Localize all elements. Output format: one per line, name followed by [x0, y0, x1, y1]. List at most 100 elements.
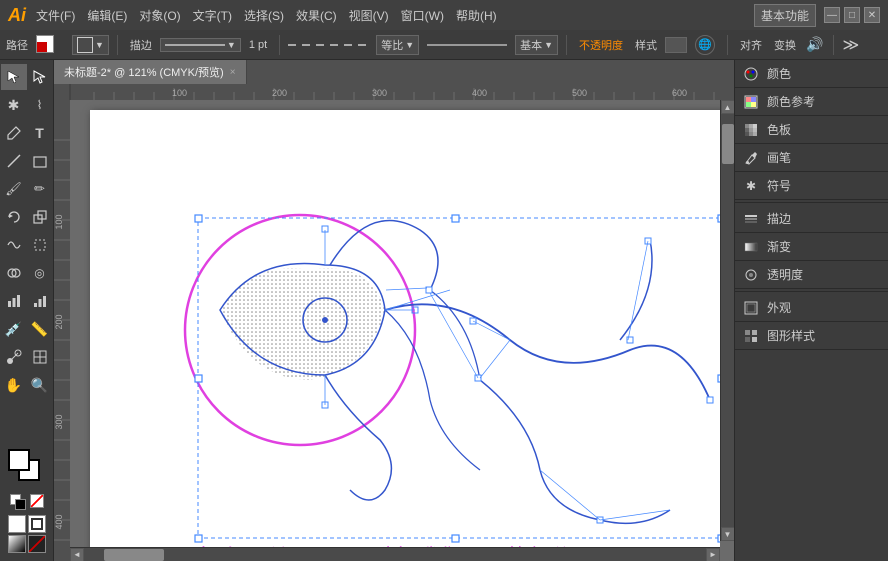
document-tab[interactable]: 未标题-2* @ 121% (CMYK/预览) ×	[54, 60, 247, 84]
close-button[interactable]: ✕	[864, 7, 880, 23]
panel-symbols[interactable]: ✱ 符号	[735, 172, 888, 200]
pencil-tool[interactable]: ✏	[27, 176, 53, 202]
menu-file[interactable]: 文件(F)	[36, 7, 75, 24]
scrollbar-vertical[interactable]: ▲ ▼	[720, 100, 734, 541]
panel-swatches[interactable]: 色板	[735, 116, 888, 144]
maximize-button[interactable]: □	[844, 7, 860, 23]
svg-text:400: 400	[54, 514, 64, 529]
menu-bar: 文件(F) 编辑(E) 对象(O) 文字(T) 选择(S) 效果(C) 视图(V…	[36, 7, 754, 24]
tab-close-button[interactable]: ×	[230, 67, 236, 78]
eyedropper-tool[interactable]: 💉	[1, 316, 27, 342]
menu-select[interactable]: 选择(S)	[244, 7, 284, 24]
panel-color[interactable]: 颜色	[735, 60, 888, 88]
graph-tool[interactable]	[1, 288, 27, 314]
blend-tool[interactable]	[1, 344, 27, 370]
menu-text[interactable]: 文字(T)	[193, 7, 232, 24]
scroll-thumb-horizontal[interactable]	[104, 549, 164, 561]
stroke-style-dropdown[interactable]: ▼	[160, 38, 241, 52]
style-preview[interactable]	[665, 37, 687, 53]
color-boxes-row	[8, 515, 46, 553]
paintbrush-tool[interactable]: 🖌	[1, 176, 27, 202]
slice-tool[interactable]	[27, 344, 53, 370]
tool-row-5: 🖌 ✏	[0, 176, 53, 202]
proportion-dropdown[interactable]: 等比 ▼	[376, 35, 419, 55]
shape-dropdown[interactable]: ▼	[72, 35, 109, 55]
menu-edit[interactable]: 编辑(E)	[87, 7, 127, 24]
scale-tool[interactable]	[27, 204, 53, 230]
scroll-up-button[interactable]: ▲	[721, 100, 735, 114]
tab-bar: 未标题-2* @ 121% (CMYK/预览) ×	[54, 60, 734, 84]
scroll-thumb-vertical[interactable]	[722, 124, 734, 164]
toolbar-more-icon[interactable]: ≫	[842, 35, 859, 55]
menu-view[interactable]: 视图(V)	[349, 7, 389, 24]
panel-brushes[interactable]: 画笔	[735, 144, 888, 172]
panel-graphic-styles[interactable]: 图形样式	[735, 322, 888, 350]
basic-dropdown[interactable]: 基本 ▼	[515, 35, 558, 55]
basic-func-dropdown[interactable]: 基本功能	[754, 4, 816, 27]
rotate-tool[interactable]	[1, 204, 27, 230]
hand-tool[interactable]: ✋	[1, 372, 27, 398]
no-paint-box[interactable]	[28, 535, 46, 553]
gradient-icon	[743, 239, 759, 255]
free-transform-tool[interactable]	[27, 232, 53, 258]
fill-box[interactable]	[8, 515, 26, 533]
gradient-row	[8, 535, 46, 553]
panel-gradient-label: 渐变	[767, 238, 791, 255]
scroll-track-vertical[interactable]	[721, 114, 734, 527]
shape-builder-tool[interactable]	[1, 260, 27, 286]
canvas-body: 100 200 300 400	[54, 100, 734, 561]
default-colors-icon[interactable]	[10, 494, 26, 510]
column-graph-tool[interactable]	[27, 288, 53, 314]
panel-gradient[interactable]: 渐变	[735, 233, 888, 261]
text-tool[interactable]: T	[27, 120, 53, 146]
stroke-color-icon[interactable]	[36, 35, 64, 55]
menu-window[interactable]: 窗口(W)	[401, 7, 444, 24]
panel-appearance[interactable]: 外观	[735, 294, 888, 322]
warp-tool[interactable]	[1, 232, 27, 258]
toolbar-style-label: 样式	[631, 35, 661, 55]
globe-icon[interactable]: 🌐	[695, 35, 715, 55]
fill-stroke-selector[interactable]	[8, 449, 46, 487]
menu-object[interactable]: 对象(O)	[139, 7, 180, 24]
lasso-tool[interactable]: ⌇	[27, 92, 53, 118]
scroll-track-horizontal[interactable]	[84, 548, 706, 561]
panel-color-ref[interactable]: 颜色参考	[735, 88, 888, 116]
gradient-box[interactable]	[8, 535, 26, 553]
panel-transparency[interactable]: 透明度	[735, 261, 888, 289]
scroll-right-button[interactable]: ►	[706, 548, 720, 561]
menu-help[interactable]: 帮助(H)	[456, 7, 497, 24]
color-mode-icons	[10, 494, 44, 510]
menu-effect[interactable]: 效果(C)	[296, 7, 337, 24]
app-logo: Ai	[8, 5, 26, 26]
minimize-button[interactable]: —	[824, 7, 840, 23]
zoom-tool[interactable]: 🔍	[27, 372, 53, 398]
toolbar-align-label: 对齐	[736, 35, 766, 55]
canvas-area: 未标题-2* @ 121% (CMYK/预览) ×	[54, 60, 734, 561]
svg-text:✱: ✱	[746, 179, 756, 193]
stroke-box[interactable]	[28, 515, 46, 533]
panel-stroke[interactable]: 描边	[735, 205, 888, 233]
line-tool[interactable]	[1, 148, 27, 174]
direct-select-tool[interactable]	[27, 64, 53, 90]
scroll-left-button[interactable]: ◄	[70, 548, 84, 561]
symbol-sprayer-tool[interactable]: ◎	[27, 260, 53, 286]
select-tool[interactable]	[1, 64, 27, 90]
toolbar-extra-icon[interactable]: 🔊	[806, 36, 823, 53]
scroll-down-button[interactable]: ▼	[721, 527, 735, 541]
no-fill-icon[interactable]	[30, 494, 44, 508]
scrollbar-horizontal[interactable]: ◄ ►	[70, 547, 720, 561]
panel-separator-1	[735, 202, 888, 203]
measure-tool[interactable]: 📏	[27, 316, 53, 342]
stroke-dash-preview	[288, 44, 368, 46]
tool-row-1	[0, 64, 53, 90]
tool-row-4	[0, 148, 53, 174]
panel-swatches-label: 色板	[767, 121, 791, 138]
canvas-viewport: 100 200 300 400 500 600	[54, 84, 734, 561]
title-bar: Ai 文件(F) 编辑(E) 对象(O) 文字(T) 选择(S) 效果(C) 视…	[0, 0, 888, 30]
document-page: 如上图所示，一一选择我们需要的部分	[90, 110, 720, 547]
magic-wand-tool[interactable]: ✱	[1, 92, 27, 118]
rect-tool[interactable]	[27, 148, 53, 174]
tool-row-8: ◎	[0, 260, 53, 286]
transparency-icon	[743, 267, 759, 283]
pen-tool[interactable]	[1, 120, 27, 146]
